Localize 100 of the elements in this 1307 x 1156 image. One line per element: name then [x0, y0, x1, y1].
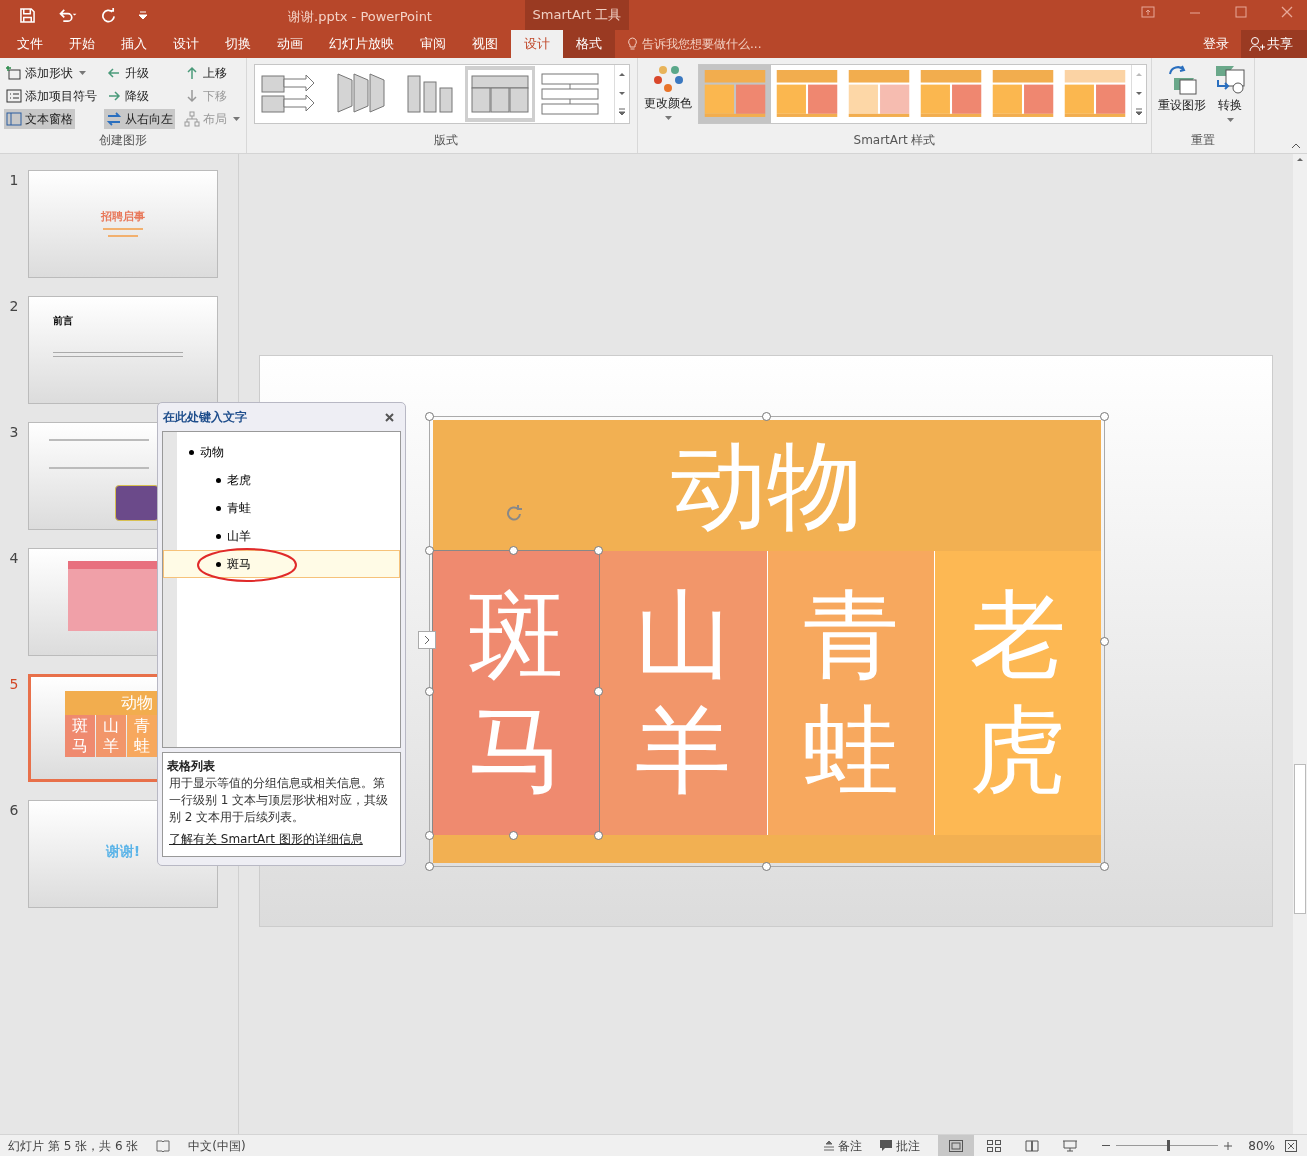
- bullet-icon: [216, 561, 221, 567]
- ribbon-button[interactable]: 重设图形: [1156, 64, 1208, 122]
- comments-button[interactable]: 批注: [880, 1136, 921, 1155]
- subtitle-lines: [103, 227, 143, 230]
- ribbon-tab[interactable]: 动画: [264, 30, 316, 58]
- normal-view-icon[interactable]: [938, 1134, 975, 1156]
- selection-handle[interactable]: [509, 831, 518, 840]
- ribbon-button[interactable]: 升级: [104, 63, 151, 83]
- bullet-icon: [189, 449, 194, 455]
- slide-number: 6: [8, 801, 20, 820]
- expand-pane-icon[interactable]: [418, 631, 436, 649]
- change-colors-button[interactable]: 更改颜色: [642, 64, 694, 120]
- slide-thumbnail[interactable]: 前言: [28, 296, 218, 404]
- ribbon-button[interactable]: 添加形状: [4, 63, 88, 83]
- scrollbar-thumb[interactable]: [1294, 764, 1306, 914]
- maximize-icon[interactable]: [1235, 6, 1247, 18]
- ribbon-tab[interactable]: 插入: [108, 30, 160, 58]
- slide-title: 前言: [53, 314, 74, 328]
- resize-handle[interactable]: [1100, 862, 1109, 871]
- context-tab-title: SmartArt 工具: [525, 0, 629, 30]
- zoom-in-icon[interactable]: [1224, 1141, 1233, 1150]
- notes-icon: [824, 1140, 835, 1151]
- ribbon-tab[interactable]: 开始: [56, 30, 108, 58]
- resize-handle[interactable]: [425, 412, 434, 421]
- selection-handle[interactable]: [509, 546, 518, 555]
- customize-icon[interactable]: [138, 10, 148, 20]
- swap-arrows-icon: [106, 111, 122, 127]
- resize-handle[interactable]: [1100, 412, 1109, 421]
- group-label: SmartArt 样式: [853, 132, 936, 149]
- resize-handle[interactable]: [762, 862, 771, 871]
- outline-text: 老虎: [227, 472, 251, 489]
- outline-text: 山羊: [227, 528, 251, 545]
- selection-handle[interactable]: [425, 687, 434, 696]
- resize-handle[interactable]: [762, 412, 771, 421]
- slide-number: 5: [8, 675, 20, 694]
- restore-ribbon-icon[interactable]: [1141, 6, 1155, 18]
- selection-handle[interactable]: [425, 546, 434, 555]
- notes-button[interactable]: 备注: [824, 1136, 863, 1155]
- resize-handle[interactable]: [1100, 637, 1109, 646]
- group-label: 重置: [1191, 132, 1215, 149]
- share-button[interactable]: 共享: [1241, 30, 1307, 58]
- date-line: [108, 234, 138, 237]
- ribbon-tab[interactable]: 幻灯片放映: [316, 30, 407, 58]
- layout-option[interactable]: [465, 66, 535, 122]
- bullet-icon: [216, 505, 221, 511]
- text-entry-area[interactable]: 动物 老虎 青蛙 山羊 斑马: [162, 431, 401, 748]
- slide-title: 谢谢!: [105, 842, 141, 861]
- collapse-ribbon-icon[interactable]: [1291, 143, 1301, 149]
- tell-me-field[interactable]: 告诉我您想要做什么...: [627, 30, 762, 58]
- language-indicator[interactable]: 中文(中国): [188, 1136, 246, 1155]
- zoom-slider-thumb[interactable]: [1167, 1140, 1171, 1151]
- ribbon-button[interactable]: 转换: [1212, 64, 1248, 122]
- person-add-icon: [1249, 36, 1265, 52]
- zoom-level[interactable]: 80%: [1248, 1136, 1275, 1155]
- fit-to-window-icon[interactable]: [1285, 1139, 1297, 1152]
- ribbon-button[interactable]: 从右向左: [104, 109, 175, 129]
- photo-placeholder: [115, 485, 159, 521]
- text-pane-icon: [6, 111, 22, 127]
- outline-item[interactable]: 青蛙: [163, 494, 400, 522]
- comment-icon: [880, 1140, 893, 1151]
- outline-text: 斑马: [227, 556, 251, 573]
- caret-icon: [1226, 118, 1234, 122]
- outline-text: 动物: [200, 444, 224, 461]
- bullet-icon: [216, 533, 221, 539]
- ribbon-tab[interactable]: 视图: [459, 30, 511, 58]
- undo-icon[interactable]: [57, 7, 79, 23]
- selection-handle[interactable]: [425, 831, 434, 840]
- ribbon-tab[interactable]: 格式: [563, 30, 615, 58]
- spell-check-icon[interactable]: [156, 1139, 171, 1152]
- slide-number: 4: [8, 549, 20, 568]
- ribbon-tab[interactable]: 设计: [511, 30, 563, 58]
- ribbon-tab[interactable]: 文件: [4, 30, 56, 58]
- convert-icon: [1214, 64, 1246, 96]
- ribbon-button[interactable]: 降级: [104, 86, 151, 106]
- lightbulb-icon: [627, 37, 638, 51]
- ribbon-button[interactable]: 文本窗格: [4, 109, 75, 129]
- save-icon[interactable]: [20, 7, 35, 23]
- ribbon-tab[interactable]: 切换: [212, 30, 264, 58]
- slide-count: 幻灯片 第 5 张，共 6 张: [8, 1137, 139, 1155]
- arrow-down-icon: [184, 88, 200, 104]
- redo-icon[interactable]: [101, 7, 116, 23]
- selection-handle[interactable]: [594, 687, 603, 696]
- outline-item[interactable]: 山羊: [163, 522, 400, 550]
- ribbon-tab[interactable]: 设计: [160, 30, 212, 58]
- outline-item[interactable]: 动物: [177, 438, 400, 466]
- selection-handle[interactable]: [594, 546, 603, 555]
- close-icon[interactable]: [1281, 6, 1293, 18]
- close-icon[interactable]: [385, 412, 394, 422]
- selection-handle[interactable]: [594, 831, 603, 840]
- slide-number: 2: [8, 297, 20, 316]
- ribbon-tab[interactable]: 审阅: [407, 30, 459, 58]
- caret-icon: [664, 116, 672, 120]
- resize-handle[interactable]: [425, 862, 434, 871]
- ribbon-button[interactable]: 上移: [182, 63, 229, 83]
- outline-item[interactable]: 斑马: [163, 550, 400, 578]
- smartart-title: 动物: [433, 420, 1101, 551]
- sign-in-link[interactable]: 登录: [1191, 30, 1241, 58]
- ribbon-button[interactable]: 添加项目符号: [4, 86, 99, 106]
- slide-title: 招聘启事: [101, 209, 145, 225]
- outline-item[interactable]: 老虎: [163, 466, 400, 494]
